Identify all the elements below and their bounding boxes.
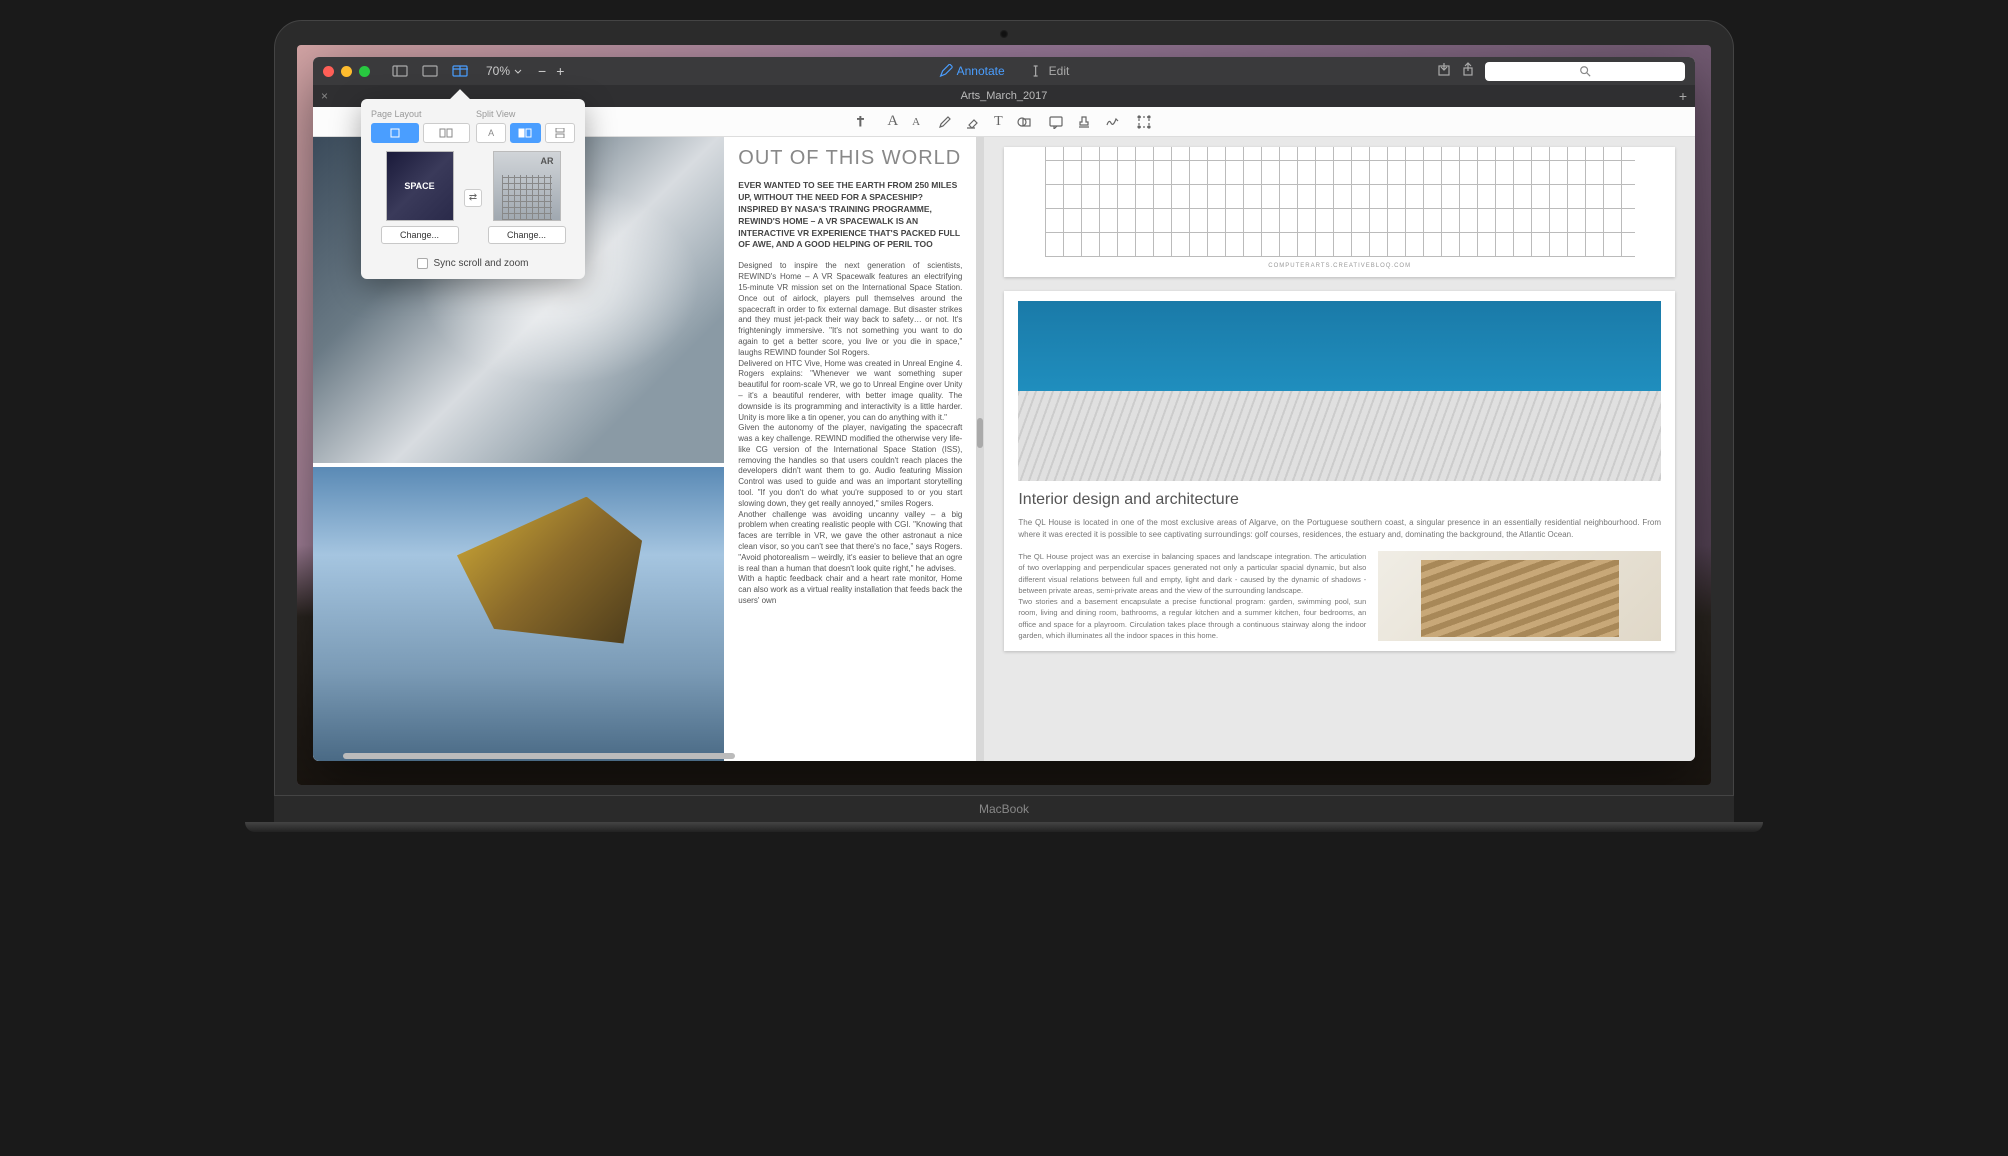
page-layout-label: Page Layout (371, 109, 470, 119)
right-document-thumbnail[interactable]: AR (493, 151, 561, 221)
split-divider[interactable] (976, 137, 984, 761)
share-icon[interactable] (1461, 62, 1475, 81)
blueprint-page: COMPUTERARTS.CREATIVEBLOQ.COM (1004, 147, 1675, 277)
macbook-hinge (245, 822, 1763, 832)
split-view-label: Split View (476, 109, 575, 119)
text-tool-icon[interactable]: T (994, 114, 1003, 130)
zoom-in-button[interactable]: + (556, 63, 564, 79)
split-horizontal-button[interactable] (510, 123, 540, 143)
layout-double-button[interactable] (423, 123, 471, 143)
right-pane[interactable]: COMPUTERARTS.CREATIVEBLOQ.COM Interior d… (984, 137, 1695, 761)
split-text-button[interactable]: A (476, 123, 506, 143)
search-input[interactable] (1485, 62, 1685, 81)
minimize-window[interactable] (341, 66, 352, 77)
swap-documents-icon[interactable]: ⇄ (464, 189, 482, 207)
architecture-photo (1018, 301, 1661, 481)
note-icon[interactable] (1049, 115, 1063, 129)
change-right-button[interactable]: Change... (488, 226, 566, 244)
layout-single-button[interactable] (371, 123, 419, 143)
font-large-icon[interactable]: A (887, 113, 898, 130)
article-lede: EVER WANTED TO SEE THE EARTH FROM 250 MI… (738, 180, 962, 251)
horizontal-scrollbar[interactable] (343, 753, 946, 759)
macbook-label: MacBook (274, 796, 1734, 822)
zoom-level[interactable]: 70% (486, 64, 522, 78)
shape-tool-icon[interactable] (1017, 114, 1031, 130)
text-style-icon[interactable]: Ṫ (857, 113, 873, 130)
new-tab-button[interactable]: + (1679, 88, 1687, 104)
tab-close-icon[interactable]: × (321, 89, 328, 103)
split-view-icon[interactable] (452, 64, 468, 78)
app-window: 70% − + Annotate Edit (313, 57, 1695, 761)
screen-bezel: 70% − + Annotate Edit (274, 20, 1734, 796)
edit-mode-button[interactable]: Edit (1033, 64, 1070, 78)
architecture-intro: The QL House is located in one of the mo… (1018, 517, 1661, 541)
eraser-icon[interactable] (966, 114, 980, 130)
page-view-icon[interactable] (422, 64, 438, 78)
view-options-popover: Page Layout Split View A (361, 99, 585, 279)
svg-text:Ṫ: Ṫ (857, 116, 864, 129)
macbook-frame: 70% − + Annotate Edit (274, 20, 1734, 832)
selection-icon[interactable] (1137, 115, 1151, 129)
tab-title[interactable]: Arts_March_2017 (961, 90, 1048, 102)
change-left-button[interactable]: Change... (381, 226, 459, 244)
close-window[interactable] (323, 66, 334, 77)
architecture-heading: Interior design and architecture (1018, 491, 1661, 509)
article-text: OUT OF THIS WORLD EVER WANTED TO SEE THE… (724, 137, 976, 761)
titlebar: 70% − + Annotate Edit (313, 57, 1695, 85)
sidebar-toggle-icon[interactable] (392, 64, 408, 78)
fullscreen-window[interactable] (359, 66, 370, 77)
sync-label: Sync scroll and zoom (433, 258, 528, 269)
article-body: Designed to inspire the next generation … (738, 261, 962, 607)
window-controls (323, 66, 370, 77)
staircase-photo (1378, 551, 1661, 641)
import-icon[interactable] (1437, 62, 1451, 81)
signature-icon[interactable] (1105, 115, 1119, 129)
annotate-mode-button[interactable]: Annotate (939, 64, 1005, 78)
stamp-icon[interactable] (1077, 115, 1091, 129)
blueprint-caption: COMPUTERARTS.CREATIVEBLOQ.COM (1268, 263, 1411, 269)
camera (1000, 30, 1008, 38)
sync-checkbox[interactable] (417, 258, 428, 269)
desktop-wallpaper: 70% − + Annotate Edit (297, 45, 1711, 785)
blueprint-drawing (1045, 147, 1635, 257)
zoom-out-button[interactable]: − (538, 63, 546, 79)
left-document-thumbnail[interactable]: SPACE (386, 151, 454, 221)
article-headline: OUT OF THIS WORLD (738, 145, 962, 172)
satellite-image (313, 467, 724, 761)
architecture-body: The QL House project was an exercise in … (1018, 551, 1366, 641)
font-small-icon[interactable]: A (912, 113, 920, 130)
split-vertical-button[interactable] (545, 123, 575, 143)
pencil-icon[interactable] (938, 114, 952, 130)
architecture-page: Interior design and architecture The QL … (1004, 291, 1675, 651)
